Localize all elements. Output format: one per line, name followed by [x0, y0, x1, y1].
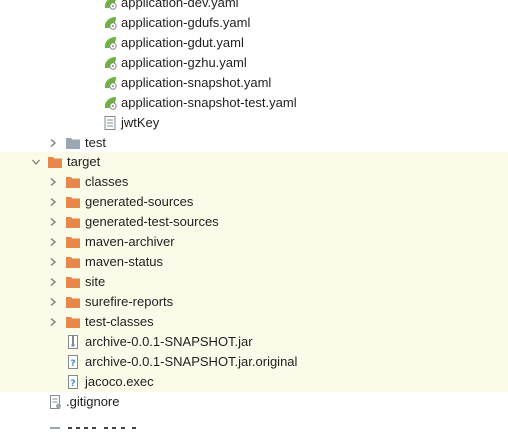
chevron-right-icon[interactable]: [46, 295, 60, 309]
tree-item-surefire-reports-folder[interactable]: surefire-reports: [0, 292, 508, 312]
folder-icon: [65, 194, 81, 210]
tree-item-label: maven-status: [85, 254, 164, 269]
folder-icon: [65, 174, 81, 190]
folder-icon: [47, 154, 63, 170]
svg-text:?: ?: [70, 379, 75, 389]
tree-item-application-dev-yaml[interactable]: application-dev.yaml: [0, 0, 508, 13]
tree-item-label: archive-0.0.1-SNAPSHOT.jar: [85, 334, 253, 349]
chevron-right-icon[interactable]: [46, 195, 60, 209]
tree-item-jacoco-exec[interactable]: ? jacoco.exec: [0, 372, 508, 392]
tree-item-archive-jar[interactable]: archive-0.0.1-SNAPSHOT.jar: [0, 332, 508, 352]
tree-item-label: application-gzhu.yaml: [121, 55, 247, 70]
tree-item-label: target: [67, 154, 101, 169]
tree-item-label: test: [85, 135, 106, 150]
folder-icon: [65, 274, 81, 290]
unknown-file-icon: ?: [65, 354, 81, 370]
chevron-down-icon[interactable]: [29, 155, 43, 169]
spring-yaml-icon: [102, 55, 118, 71]
tree-item-label: application-gdufs.yaml: [121, 15, 251, 30]
svg-text:?: ?: [70, 359, 75, 369]
tree-item-label: site: [85, 274, 106, 289]
tree-item-test-folder[interactable]: test: [0, 133, 508, 153]
tree-item-maven-archiver-folder[interactable]: maven-archiver: [0, 232, 508, 252]
tree-item-gitignore[interactable]: .gitignore: [0, 392, 508, 412]
chevron-right-icon[interactable]: [46, 275, 60, 289]
tree-item-application-snapshot-yaml[interactable]: application-snapshot.yaml: [0, 73, 508, 93]
project-tree: application-dev.yaml application-gdufs.y…: [0, 0, 508, 429]
tree-item-label: classes: [85, 174, 129, 189]
tree-item-label: jwtKey: [121, 115, 160, 130]
tree-item-label: generated-sources: [85, 194, 194, 209]
tree-item-label: archive-0.0.1-SNAPSHOT.jar.original: [85, 354, 298, 369]
folder-icon: [65, 234, 81, 250]
tree-item-label: application-dev.yaml: [121, 0, 239, 10]
tree-item-application-gdufs-yaml[interactable]: application-gdufs.yaml: [0, 13, 508, 33]
chevron-right-icon[interactable]: [46, 175, 60, 189]
jar-file-icon: [65, 334, 81, 350]
spring-yaml-icon: [102, 95, 118, 111]
tree-item-label: .gitignore: [66, 394, 120, 409]
tree-item-target-folder[interactable]: target: [0, 152, 508, 172]
chevron-right-icon[interactable]: [46, 255, 60, 269]
chevron-right-icon[interactable]: [46, 315, 60, 329]
tree-item-generated-sources-folder[interactable]: generated-sources: [0, 192, 508, 212]
spring-yaml-icon: [102, 15, 118, 31]
tree-item-label: generated-test-sources: [85, 214, 219, 229]
spring-yaml-icon: [102, 75, 118, 91]
tree-item-label: jacoco.exec: [85, 374, 154, 389]
tree-item-application-gdut-yaml[interactable]: application-gdut.yaml: [0, 33, 508, 53]
tree-item-jwtkey[interactable]: jwtKey: [0, 113, 508, 133]
tree-item-maven-status-folder[interactable]: maven-status: [0, 252, 508, 272]
unknown-file-icon: ?: [65, 374, 81, 390]
folder-icon: [65, 254, 81, 270]
tree-item-label: maven-archiver: [85, 234, 175, 249]
chevron-right-icon[interactable]: [46, 235, 60, 249]
tree-item-label: surefire-reports: [85, 294, 174, 309]
tree-item-label: application-snapshot-test.yaml: [121, 95, 297, 110]
tree-item-test-classes-folder[interactable]: test-classes: [0, 312, 508, 332]
tree-item-generated-test-sources-folder[interactable]: generated-test-sources: [0, 212, 508, 232]
tree-item-label: application-gdut.yaml: [121, 35, 244, 50]
folder-icon: [65, 314, 81, 330]
tree-item-archive-jar-original[interactable]: ? archive-0.0.1-SNAPSHOT.jar.original: [0, 352, 508, 372]
tree-item-site-folder[interactable]: site: [0, 272, 508, 292]
tree-item-application-snapshot-test-yaml[interactable]: application-snapshot-test.yaml: [0, 93, 508, 113]
tree-item-application-gzhu-yaml[interactable]: application-gzhu.yaml: [0, 53, 508, 73]
chevron-right-icon[interactable]: [46, 215, 60, 229]
gitignore-file-icon: [47, 394, 63, 410]
chevron-right-icon[interactable]: [46, 136, 60, 150]
folder-icon: [65, 214, 81, 230]
folder-icon: [65, 135, 81, 151]
spring-yaml-icon: [102, 35, 118, 51]
tree-item-label: application-snapshot.yaml: [121, 75, 272, 90]
spring-yaml-icon: [102, 0, 118, 11]
tree-item-label: test-classes: [85, 314, 154, 329]
text-file-icon: [102, 115, 118, 131]
folder-icon: [65, 294, 81, 310]
tree-item-classes-folder[interactable]: classes: [0, 172, 508, 192]
